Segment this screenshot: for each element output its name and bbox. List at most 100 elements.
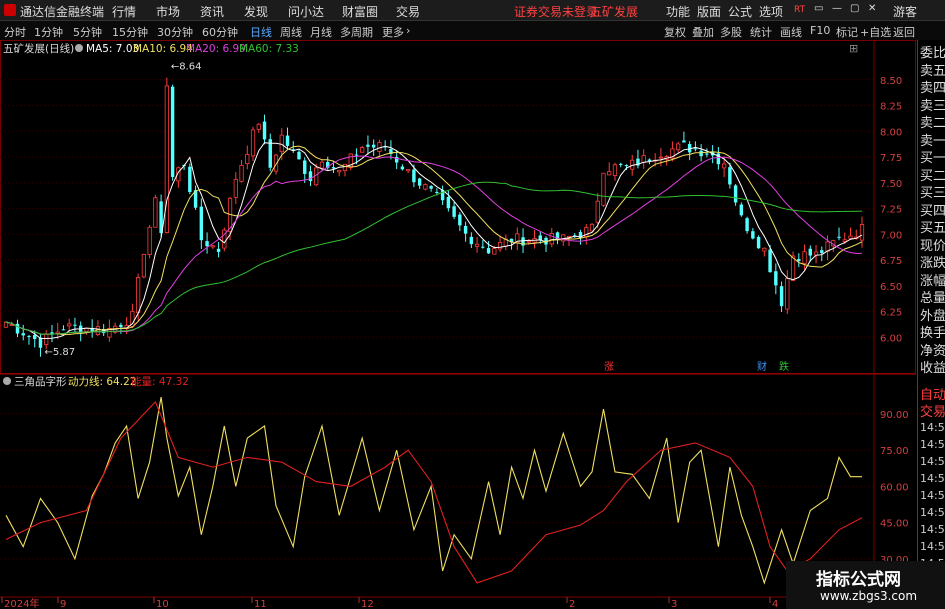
sub-y-tick-label: 75.00 <box>880 446 909 457</box>
menu-item-markets[interactable]: 市场 <box>156 3 180 20</box>
period-15min[interactable]: 15分钟 <box>112 24 148 40</box>
candle-body <box>9 324 14 327</box>
rt-icon[interactable]: RT <box>794 5 805 15</box>
candle-body <box>256 123 261 130</box>
menu-item-formula[interactable]: 公式 <box>728 3 752 20</box>
candle-body <box>762 247 767 252</box>
chevron-right-icon[interactable]: › <box>406 24 410 37</box>
candle-body <box>728 167 732 185</box>
period-more[interactable]: 更多 <box>382 24 404 40</box>
menu-item-layout[interactable]: 版面 <box>697 3 721 20</box>
trade-time: 14:56 <box>920 472 945 485</box>
quote-label: 买五 <box>920 221 945 236</box>
main-y-tick-label: 6.50 <box>880 282 902 293</box>
quote-label: 换手 <box>920 326 945 341</box>
candle-body <box>331 167 336 169</box>
sub-settings-dot-icon[interactable] <box>3 377 11 385</box>
candle-body <box>366 144 370 147</box>
btn-f10[interactable]: F10 <box>810 24 830 37</box>
app-titlebar: 通达信金融终端 行情 市场 资讯 发现 问小达 财富圈 交易 证券交易未登录 五… <box>0 0 945 21</box>
menu-item-trade[interactable]: 交易 <box>396 3 420 20</box>
candle-body <box>733 185 738 203</box>
main-y-tick-labels: 6.00 6.25 6.50 6.75 7.00 7.25 7.50 7.75 8.00 8.25… <box>880 76 902 345</box>
btn-restore-rights[interactable]: 复权 <box>664 24 686 40</box>
watermark-title: 指标公式网 <box>816 570 901 590</box>
ma-line-ma10 <box>5 145 863 336</box>
candle-body <box>429 186 433 189</box>
main-y-tick-label: 6.00 <box>880 333 902 344</box>
chart-area[interactable]: 五矿发展(日线) MA5: 7.03 MA10: 6.94 MA20: 6.99… <box>0 40 917 609</box>
candle-body <box>458 214 462 226</box>
btn-multi-stock[interactable]: 多股 <box>720 24 742 40</box>
sub-chart-title: 三角品字形 <box>14 375 67 388</box>
window-restore-icon[interactable]: ▭ <box>814 3 823 14</box>
menu-item-assistant[interactable]: 问小达 <box>288 3 324 20</box>
ma60-legend: MA60: 7.33 <box>239 43 299 55</box>
quote-tab[interactable]: 交易 <box>920 401 945 420</box>
btn-back[interactable]: 返回 <box>893 24 915 40</box>
menu-item-discover[interactable]: 发现 <box>244 3 268 20</box>
candle-body <box>44 333 49 345</box>
app-logo-icon <box>4 4 16 16</box>
btn-statistics[interactable]: 统计 <box>750 24 772 40</box>
candle-body <box>797 259 801 262</box>
sub-y-tick-label: 45.00 <box>880 519 909 530</box>
btn-overlay[interactable]: 叠加 <box>692 24 714 40</box>
period-1min[interactable]: 1分钟 <box>34 24 63 40</box>
period-monthly[interactable]: 月线 <box>310 24 332 40</box>
expand-icon[interactable]: ⊞ <box>849 42 858 55</box>
period-daily[interactable]: 日线 <box>250 24 272 40</box>
candle-body <box>147 226 152 256</box>
guest-user[interactable]: 游客 <box>893 3 917 20</box>
candle-body <box>73 324 77 326</box>
candle-body <box>705 153 709 155</box>
period-60min[interactable]: 60分钟 <box>202 24 238 40</box>
window-minimize-icon[interactable]: — <box>832 3 842 14</box>
window-maximize-icon[interactable]: ▢ <box>850 3 859 14</box>
candle-body <box>400 166 405 170</box>
candle-body <box>595 200 600 223</box>
candle-body <box>790 255 796 281</box>
trade-time: 14:56 <box>920 438 945 451</box>
candle-body <box>199 206 204 241</box>
menu-item-options[interactable]: 选项 <box>759 3 783 20</box>
btn-draw-line[interactable]: 画线 <box>780 24 802 40</box>
candle-body <box>779 286 784 307</box>
candle-body <box>601 172 606 206</box>
menu-item-news[interactable]: 资讯 <box>200 3 224 20</box>
candle-body <box>233 179 238 198</box>
menu-item-function[interactable]: 功能 <box>666 3 690 20</box>
quote-label: 外盘 <box>920 308 945 324</box>
period-weekly[interactable]: 周线 <box>280 24 302 40</box>
main-y-tick-label: 6.75 <box>880 256 902 267</box>
period-multi[interactable]: 多周期 <box>340 24 373 40</box>
candle-body <box>423 184 428 190</box>
dongli-legend: 动力线: 64.22 <box>68 375 136 388</box>
candle-body <box>297 151 301 160</box>
candle-body <box>612 164 618 176</box>
x-axis-labels: 2024年 9 10 11 12 2 3 4 <box>1 597 778 609</box>
candle-body <box>205 241 209 247</box>
candle-body <box>21 333 25 336</box>
window-close-icon[interactable]: ✕ <box>868 3 876 14</box>
x-tick-label: 3 <box>671 599 677 609</box>
btn-mark[interactable]: 标记 <box>836 24 858 40</box>
menu-item-market[interactable]: 行情 <box>112 3 136 20</box>
btn-add-watchlist[interactable]: +自选 <box>860 24 891 40</box>
quote-label: 买一 <box>920 151 945 166</box>
candle-body <box>38 337 43 348</box>
trade-time: 14:56 <box>920 523 945 536</box>
sub-line <box>5 400 863 584</box>
period-5min[interactable]: 5分钟 <box>73 24 102 40</box>
sub-y-tick-label: 60.00 <box>880 482 909 493</box>
candles-layer <box>3 77 865 357</box>
candle-body <box>119 324 123 327</box>
period-intraday[interactable]: 分时 <box>4 24 26 40</box>
menu-item-wealth[interactable]: 财富圈 <box>342 3 378 20</box>
login-notice[interactable]: 证券交易未登录 <box>514 3 598 20</box>
candle-body <box>141 254 146 278</box>
main-y-tick-label: 7.75 <box>880 153 902 164</box>
period-30min[interactable]: 30分钟 <box>157 24 193 40</box>
settings-dot-icon[interactable] <box>75 44 83 52</box>
marker-fall: 跌 <box>779 360 789 373</box>
